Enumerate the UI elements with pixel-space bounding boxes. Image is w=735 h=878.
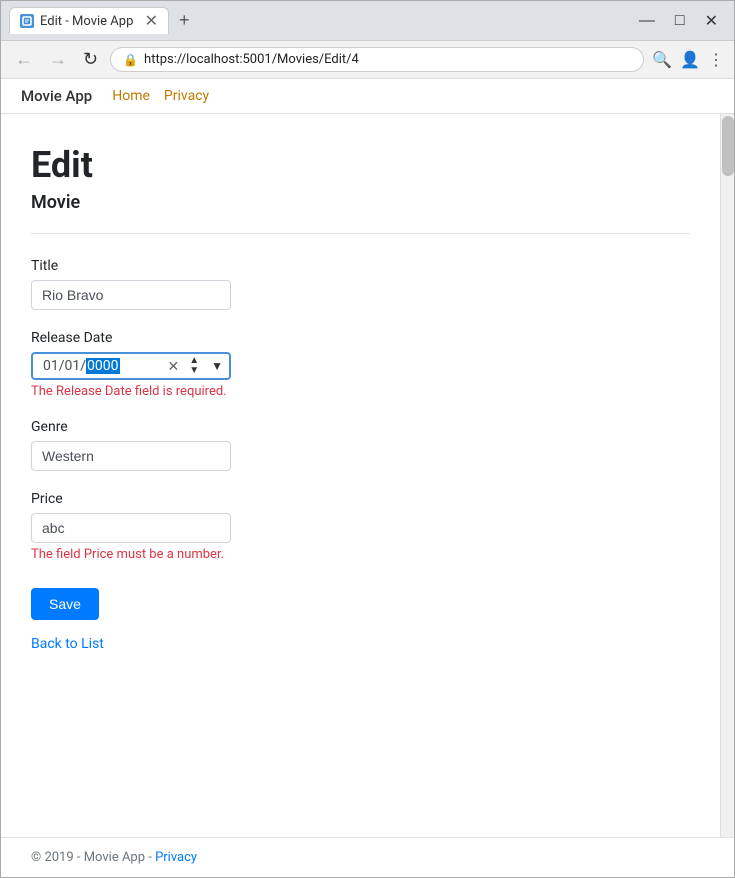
url-bar[interactable]: 🔒 https://localhost:5001/Movies/Edit/4 bbox=[110, 47, 644, 72]
navbar: Movie App Home Privacy bbox=[1, 79, 734, 114]
date-calendar-button[interactable]: ▼ bbox=[205, 359, 229, 373]
nav-home-link[interactable]: Home bbox=[112, 88, 150, 104]
close-button[interactable]: ✕ bbox=[697, 9, 726, 33]
page-content: Movie App Home Privacy Edit Movie Title bbox=[1, 79, 734, 877]
genre-field-group: Genre bbox=[31, 419, 690, 471]
tab-area: Edit - Movie App ✕ + bbox=[9, 7, 627, 34]
date-clear-button[interactable]: ✕ bbox=[163, 358, 183, 375]
minimize-button[interactable]: — bbox=[631, 10, 663, 32]
title-label: Title bbox=[31, 258, 690, 274]
address-bar-icons: 🔍 👤 ⋮ bbox=[652, 50, 724, 69]
date-input-wrapper[interactable]: 01/01/0000 ✕ ▲▼ ▼ bbox=[31, 352, 231, 380]
search-icon[interactable]: 🔍 bbox=[652, 50, 672, 69]
back-nav-button[interactable]: ← bbox=[11, 47, 37, 72]
nav-privacy-link[interactable]: Privacy bbox=[164, 88, 209, 104]
price-input[interactable] bbox=[31, 513, 231, 543]
active-tab[interactable]: Edit - Movie App ✕ bbox=[9, 7, 169, 34]
lock-icon: 🔒 bbox=[123, 53, 138, 67]
date-year-part: 0000 bbox=[86, 358, 119, 374]
title-field-group: Title bbox=[31, 258, 690, 310]
content-wrapper: Edit Movie Title Release Date 01/01 bbox=[1, 114, 734, 837]
page-heading: Edit bbox=[31, 144, 690, 186]
date-display: 01/01/0000 bbox=[33, 354, 163, 378]
nav-links: Home Privacy bbox=[112, 88, 209, 104]
main-content: Edit Movie Title Release Date 01/01 bbox=[1, 114, 720, 837]
url-text: https://localhost:5001/Movies/Edit/4 bbox=[144, 52, 631, 67]
price-error: The field Price must be a number. bbox=[31, 547, 690, 562]
window-controls: — □ ✕ bbox=[631, 9, 726, 33]
maximize-button[interactable]: □ bbox=[667, 10, 693, 32]
forward-nav-button[interactable]: → bbox=[45, 47, 71, 72]
date-prefix: 01/01/ bbox=[43, 358, 86, 374]
genre-input[interactable] bbox=[31, 441, 231, 471]
price-field-group: Price The field Price must be a number. bbox=[31, 491, 690, 562]
date-spinner-button[interactable]: ▲▼ bbox=[183, 356, 205, 376]
footer-text: © 2019 - Movie App - bbox=[31, 850, 155, 865]
menu-icon[interactable]: ⋮ bbox=[708, 50, 724, 69]
release-date-error: The Release Date field is required. bbox=[31, 384, 690, 399]
profile-icon[interactable]: 👤 bbox=[680, 50, 700, 69]
title-input[interactable] bbox=[31, 280, 231, 310]
price-label: Price bbox=[31, 491, 690, 507]
save-button[interactable]: Save bbox=[31, 588, 99, 620]
back-to-list-link[interactable]: Back to List bbox=[31, 636, 690, 652]
page-subheading: Movie bbox=[31, 192, 690, 213]
reload-button[interactable]: ↻ bbox=[79, 47, 102, 72]
tab-title: Edit - Movie App bbox=[40, 14, 133, 29]
release-date-field-group: Release Date 01/01/0000 ✕ ▲▼ ▼ The Relea… bbox=[31, 330, 690, 399]
footer-privacy-link[interactable]: Privacy bbox=[155, 850, 197, 865]
title-bar: Edit - Movie App ✕ + — □ ✕ bbox=[1, 1, 734, 41]
page-footer: © 2019 - Movie App - Privacy bbox=[1, 837, 734, 877]
browser-window: Edit - Movie App ✕ + — □ ✕ ← → ↻ 🔒 https… bbox=[0, 0, 735, 878]
genre-label: Genre bbox=[31, 419, 690, 435]
scrollbar-thumb[interactable] bbox=[722, 116, 734, 176]
release-date-label: Release Date bbox=[31, 330, 690, 346]
new-tab-button[interactable]: + bbox=[173, 8, 196, 33]
scrollbar-track[interactable] bbox=[720, 114, 734, 837]
address-bar: ← → ↻ 🔒 https://localhost:5001/Movies/Ed… bbox=[1, 41, 734, 79]
tab-close-button[interactable]: ✕ bbox=[145, 13, 158, 29]
nav-brand: Movie App bbox=[21, 87, 92, 105]
divider bbox=[31, 233, 690, 234]
tab-favicon bbox=[20, 14, 34, 28]
edit-form: Title Release Date 01/01/0000 ✕ ▲▼ bbox=[31, 258, 690, 636]
